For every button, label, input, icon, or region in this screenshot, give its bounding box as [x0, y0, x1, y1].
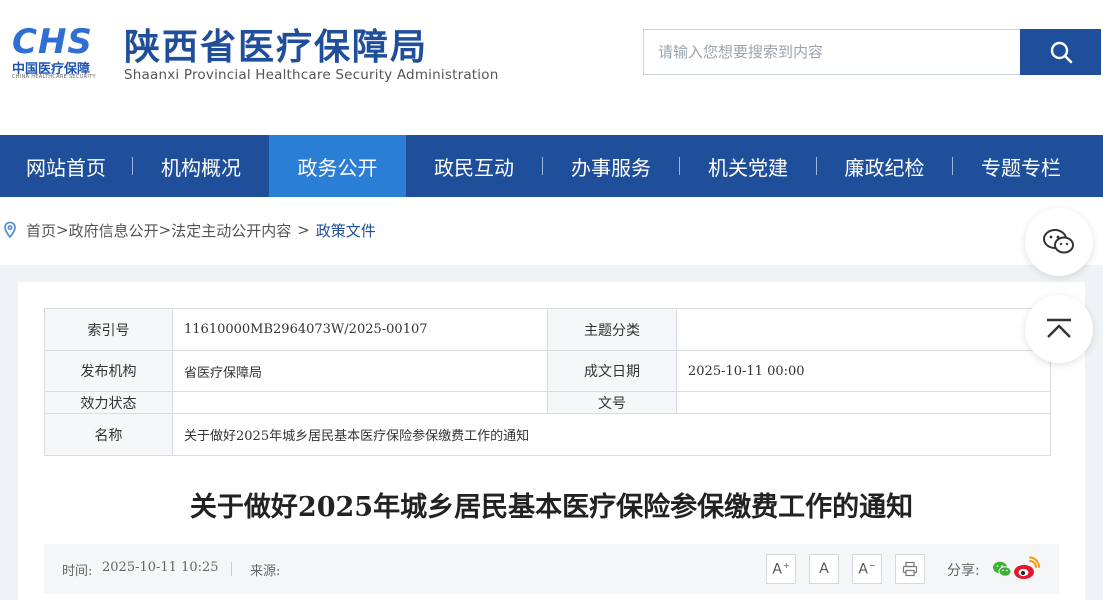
site-subtitle: Shaanxi Provincial Healthcare Security A… — [124, 67, 499, 83]
name-value: 关于做好2025年城乡居民基本医疗保险参保缴费工作的通知 — [172, 413, 1051, 456]
nav-item-interaction[interactable]: 政民互动 — [406, 135, 542, 197]
search-icon — [1050, 41, 1072, 64]
logo-en-text: CHINA HEALTHCARE SECURITY — [12, 74, 96, 80]
date-label: 成文日期 — [547, 350, 677, 392]
index-value: 11610000MB2964073W/2025-00107 — [172, 308, 548, 351]
docno-label: 文号 — [547, 391, 677, 414]
share-label: 分享: — [947, 563, 980, 579]
print-button[interactable] — [895, 554, 925, 584]
nav-item-discipline[interactable]: 廉政纪检 — [817, 135, 952, 197]
source-label: 来源: — [250, 564, 281, 579]
breadcrumb-gov-info[interactable]: 政府信息公开 — [69, 220, 159, 241]
share-weibo-button[interactable] — [1012, 555, 1041, 583]
location-pin-icon — [4, 221, 16, 239]
publish-time-label: 时间: — [62, 564, 93, 579]
wechat-outline-icon — [1043, 229, 1074, 254]
back-to-top-icon — [1047, 318, 1071, 338]
article-title: 关于做好2025年城乡居民基本医疗保险参保缴费工作的通知 — [189, 492, 914, 523]
meta-divider — [231, 562, 232, 576]
share-wechat-button[interactable] — [992, 559, 1012, 579]
wechat-icon — [993, 561, 1012, 577]
date-value: 2025-10-11 00:00 — [676, 350, 1051, 392]
search-button[interactable] — [1020, 29, 1101, 75]
font-increase-icon: A+ — [772, 560, 790, 578]
breadcrumb-current[interactable]: 政策文件 — [316, 220, 376, 241]
document-info-table: 索引号 11610000MB2964073W/2025-00107 主题分类 发… — [44, 308, 1051, 456]
logo-mark: CHS — [12, 22, 93, 62]
breadcrumb-separator: > — [297, 221, 310, 239]
search-input[interactable] — [643, 29, 1034, 75]
font-decrease-button[interactable]: A− — [852, 554, 882, 584]
topic-value — [676, 308, 1051, 351]
nav-item-home[interactable]: 网站首页 — [0, 135, 132, 197]
article-meta-bar: 时间: 2025-10-11 10:25 来源: A+ A A− 分享: — [44, 544, 1059, 594]
font-reset-button[interactable]: A — [809, 554, 839, 584]
breadcrumb-separator: > — [56, 221, 69, 239]
publish-time-value: 2025-10-11 10:25 — [102, 560, 219, 575]
printer-icon — [902, 561, 918, 577]
font-increase-button[interactable]: A+ — [766, 554, 796, 584]
chs-logo[interactable]: CHS 中国医疗保障 CHINA HEALTHCARE SECURITY — [10, 22, 110, 86]
validity-value — [172, 391, 548, 414]
breadcrumb-separator: > — [158, 221, 172, 239]
validity-label: 效力状态 — [44, 391, 173, 414]
docno-value — [676, 391, 1051, 414]
topic-label: 主题分类 — [547, 308, 677, 351]
nav-item-about[interactable]: 机构概况 — [133, 135, 269, 197]
nav-item-government-affairs[interactable]: 政务公开 — [269, 135, 406, 197]
publisher-label: 发布机构 — [44, 350, 173, 392]
name-label: 名称 — [44, 413, 173, 456]
publisher-value: 省医疗保障局 — [172, 350, 548, 392]
index-label: 索引号 — [44, 308, 173, 351]
back-to-top-button[interactable] — [1025, 295, 1093, 363]
main-nav: 网站首页 机构概况 政务公开 政民互动 办事服务 机关党建 廉政纪检 专题专栏 — [0, 135, 1103, 197]
wechat-float-button[interactable] — [1025, 208, 1093, 276]
search-box — [643, 29, 1101, 77]
breadcrumb: 首页 > 政府信息公开 > 法定主动公开内容 > 政策文件 — [0, 218, 376, 242]
site-header: CHS 中国医疗保障 CHINA HEALTHCARE SECURITY 陕西省… — [0, 0, 1103, 135]
breadcrumb-home[interactable]: 首页 — [26, 220, 56, 241]
breadcrumb-statutory[interactable]: 法定主动公开内容 — [171, 220, 291, 241]
nav-item-services[interactable]: 办事服务 — [543, 135, 679, 197]
site-title[interactable]: 陕西省医疗保障局 — [124, 18, 428, 70]
font-reset-icon: A — [819, 561, 829, 577]
font-decrease-icon: A− — [858, 560, 876, 578]
nav-item-topics[interactable]: 专题专栏 — [953, 135, 1089, 197]
nav-item-party[interactable]: 机关党建 — [680, 135, 816, 197]
weibo-icon — [1014, 556, 1041, 579]
